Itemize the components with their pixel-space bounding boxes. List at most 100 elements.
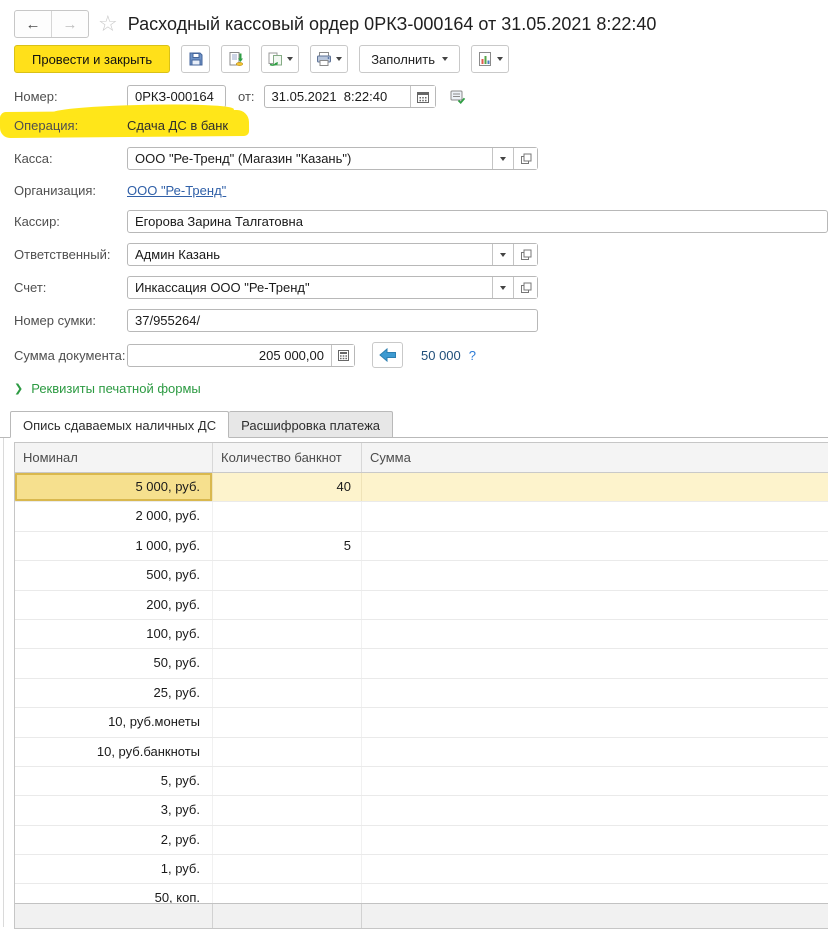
cell-nominal[interactable]: 25, руб. [15, 679, 213, 707]
cell-count[interactable] [213, 708, 362, 736]
cell-count[interactable]: 5 [213, 532, 362, 560]
cell-nominal[interactable]: 200, руб. [15, 591, 213, 619]
account-dropdown-icon[interactable] [492, 277, 513, 298]
cell-count[interactable] [213, 884, 362, 903]
cell-sum[interactable] [362, 796, 828, 824]
cell-sum[interactable] [362, 738, 828, 766]
cell-sum[interactable] [362, 708, 828, 736]
cell-count[interactable] [213, 649, 362, 677]
cell-count[interactable] [213, 679, 362, 707]
table-row[interactable]: 200, руб. [15, 591, 828, 620]
table-row[interactable]: 50, коп. [15, 884, 828, 903]
cell-nominal[interactable]: 1, руб. [15, 855, 213, 883]
favorite-star-icon[interactable]: ☆ [98, 13, 118, 35]
forward-icon[interactable]: → [52, 11, 88, 37]
cell-sum[interactable] [362, 649, 828, 677]
cell-count[interactable] [213, 502, 362, 530]
cell-sum[interactable] [362, 620, 828, 648]
calendar-icon[interactable] [410, 86, 435, 107]
responsible-dropdown-icon[interactable] [492, 244, 513, 265]
cell-count[interactable] [213, 591, 362, 619]
number-value: 0РКЗ-000164 [128, 89, 225, 104]
cell-count[interactable] [213, 738, 362, 766]
table-row[interactable]: 5 000, руб.40 [15, 473, 828, 502]
help-question-icon[interactable]: ? [469, 348, 476, 363]
cell-nominal[interactable]: 100, руб. [15, 620, 213, 648]
responsible-combo[interactable]: Админ Казань [127, 243, 538, 266]
table-row[interactable]: 100, руб. [15, 620, 828, 649]
print-button[interactable] [310, 45, 348, 73]
cell-nominal[interactable]: 10, руб.монеты [15, 708, 213, 736]
cell-sum[interactable] [362, 679, 828, 707]
table-row[interactable]: 2, руб. [15, 826, 828, 855]
apply-amount-button[interactable] [372, 342, 403, 368]
column-header-count[interactable]: Количество банкнот [213, 443, 362, 472]
cell-count[interactable] [213, 767, 362, 795]
cell-nominal[interactable]: 500, руб. [15, 561, 213, 589]
cell-nominal[interactable]: 5 000, руб. [15, 473, 213, 501]
date-input[interactable]: 31.05.2021 8:22:40 [264, 85, 436, 108]
cell-sum[interactable] [362, 561, 828, 589]
post-and-close-button[interactable]: Провести и закрыть [14, 45, 170, 73]
cell-nominal[interactable]: 1 000, руб. [15, 532, 213, 560]
reports-button[interactable] [471, 45, 509, 73]
account-open-icon[interactable] [513, 277, 537, 298]
cell-nominal[interactable]: 2, руб. [15, 826, 213, 854]
responsible-open-icon[interactable] [513, 244, 537, 265]
cell-nominal[interactable]: 50, коп. [15, 884, 213, 903]
cell-count[interactable] [213, 826, 362, 854]
cell-count[interactable]: 40 [213, 473, 362, 501]
cell-sum[interactable] [362, 855, 828, 883]
column-header-sum[interactable]: Сумма [362, 443, 828, 472]
tab-payment-breakdown[interactable]: Расшифровка платежа [229, 411, 393, 438]
cell-nominal[interactable]: 50, руб. [15, 649, 213, 677]
cashier-input[interactable]: Егорова Зарина Талгатовна [127, 210, 828, 233]
calculator-icon[interactable] [331, 345, 354, 366]
cell-sum[interactable] [362, 767, 828, 795]
column-header-nominal[interactable]: Номинал [15, 443, 213, 472]
cell-count[interactable] [213, 620, 362, 648]
cashbox-combo[interactable]: ООО "Ре-Тренд" (Магазин "Казань") [127, 147, 538, 170]
create-based-on-button[interactable] [261, 45, 299, 73]
organization-link[interactable]: ООО "Ре-Тренд" [127, 183, 226, 198]
table-row[interactable]: 3, руб. [15, 796, 828, 825]
tab-cash-inventory[interactable]: Опись сдаваемых наличных ДС [10, 411, 229, 438]
post-document-button[interactable] [221, 45, 250, 73]
register-records-icon[interactable] [449, 88, 466, 105]
table-row[interactable]: 50, руб. [15, 649, 828, 678]
cell-sum[interactable] [362, 473, 828, 501]
table-body: 5 000, руб.402 000, руб.1 000, руб.5500,… [15, 473, 828, 903]
cell-count[interactable] [213, 561, 362, 589]
cell-nominal[interactable]: 2 000, руб. [15, 502, 213, 530]
cell-sum[interactable] [362, 532, 828, 560]
save-button[interactable] [181, 45, 210, 73]
table-row[interactable]: 500, руб. [15, 561, 828, 590]
cell-sum[interactable] [362, 884, 828, 903]
cell-sum[interactable] [362, 826, 828, 854]
amount-input[interactable]: 205 000,00 [127, 344, 355, 367]
table-row[interactable]: 10, руб.банкноты [15, 738, 828, 767]
suggested-amount: 50 000 [421, 348, 461, 363]
bag-number-input[interactable]: 37/955264/ [127, 309, 538, 332]
page-title: Расходный кассовый ордер 0РКЗ-000164 от … [128, 14, 657, 35]
table-row[interactable]: 10, руб.монеты [15, 708, 828, 737]
cashbox-dropdown-icon[interactable] [492, 148, 513, 169]
cell-sum[interactable] [362, 502, 828, 530]
table-row[interactable]: 5, руб. [15, 767, 828, 796]
cell-count[interactable] [213, 796, 362, 824]
cell-nominal[interactable]: 5, руб. [15, 767, 213, 795]
cell-nominal[interactable]: 3, руб. [15, 796, 213, 824]
print-icon [316, 51, 332, 67]
table-row[interactable]: 1, руб. [15, 855, 828, 884]
table-row[interactable]: 1 000, руб.5 [15, 532, 828, 561]
table-row[interactable]: 25, руб. [15, 679, 828, 708]
cell-count[interactable] [213, 855, 362, 883]
back-icon[interactable]: ← [15, 11, 52, 37]
cell-sum[interactable] [362, 591, 828, 619]
account-combo[interactable]: Инкассация ООО "Ре-Тренд" [127, 276, 538, 299]
print-form-details-toggle[interactable]: ❯ Реквизиты печатной формы [14, 380, 828, 397]
fill-button[interactable]: Заполнить [359, 45, 460, 73]
cashbox-open-icon[interactable] [513, 148, 537, 169]
cell-nominal[interactable]: 10, руб.банкноты [15, 738, 213, 766]
table-row[interactable]: 2 000, руб. [15, 502, 828, 531]
